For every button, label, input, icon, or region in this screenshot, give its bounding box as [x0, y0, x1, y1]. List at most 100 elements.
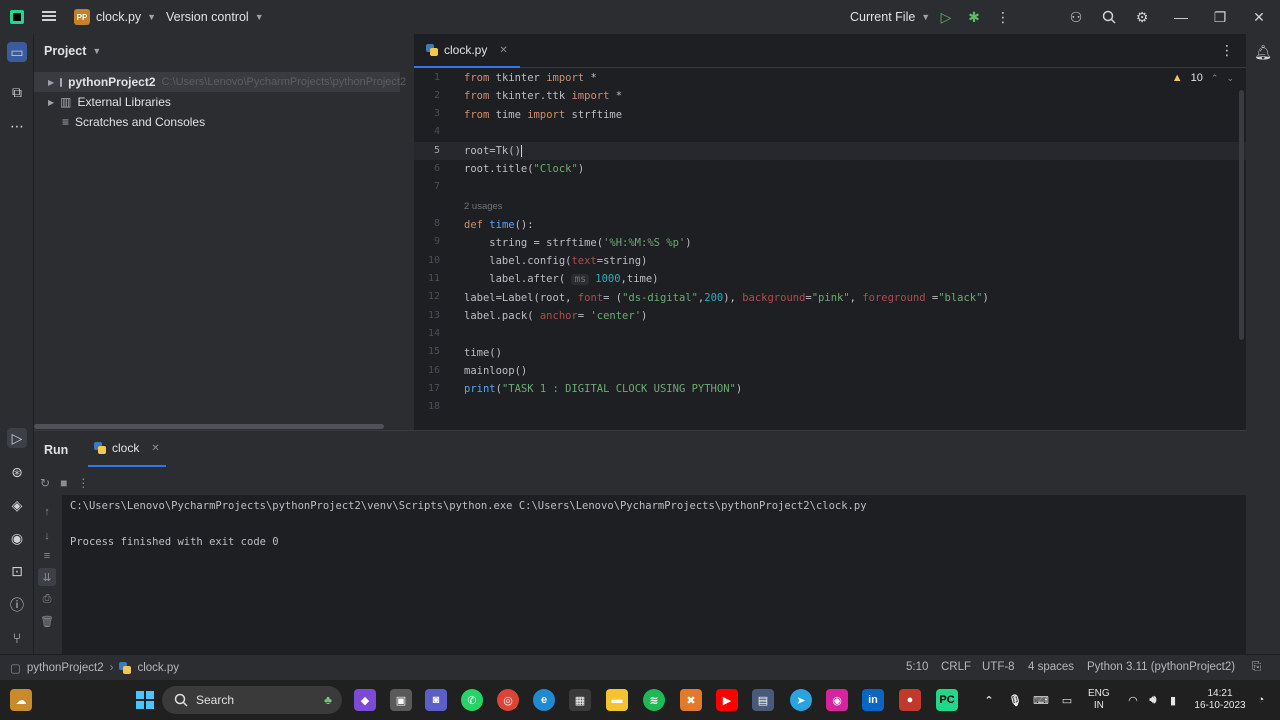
- language-indicator[interactable]: ENG IN: [1088, 688, 1110, 712]
- more-tools-button[interactable]: ⋯: [7, 116, 27, 136]
- debug-button[interactable]: ✱: [963, 6, 985, 28]
- inspection-widget[interactable]: ▲ 10 ⌃ ⌄: [1172, 72, 1234, 84]
- code-line[interactable]: label.config(text=string): [464, 255, 647, 267]
- vcs-menu[interactable]: Version control ▼: [166, 10, 264, 24]
- microphone-icon[interactable]: 🎙︎: [1004, 689, 1026, 711]
- file-encoding[interactable]: UTF-8: [982, 661, 1015, 673]
- clock[interactable]: 14:21 16-10-2023: [1192, 688, 1248, 712]
- chevron-up-icon[interactable]: ⌃: [1211, 73, 1219, 84]
- tree-item-scratches[interactable]: ≡ Scratches and Consoles: [62, 112, 205, 132]
- project-menu[interactable]: PP clock.py ▼: [74, 9, 156, 25]
- widgets-icon[interactable]: ☁: [10, 689, 32, 711]
- tree-item-external-libraries[interactable]: ▶ ▥ External Libraries: [48, 92, 171, 112]
- code-line[interactable]: print("TASK 1 : DIGITAL CLOCK USING PYTH…: [464, 383, 742, 395]
- keyboard-icon[interactable]: ⌨: [1030, 689, 1052, 711]
- code-with-me-button[interactable]: ⚇: [1065, 6, 1087, 28]
- scroll-up-icon[interactable]: ↑: [38, 503, 56, 521]
- indent-setting[interactable]: 4 spaces: [1028, 661, 1074, 673]
- telegram-icon[interactable]: ➤: [790, 689, 812, 711]
- teams-chat-icon[interactable]: ◙: [425, 689, 447, 711]
- console-output[interactable]: C:\Users\Lenovo\PycharmProjects\pythonPr…: [62, 495, 1246, 655]
- task-view-icon[interactable]: ▣: [390, 689, 412, 711]
- python-interpreter[interactable]: Python 3.11 (pythonProject2): [1087, 661, 1235, 673]
- breadcrumb-project[interactable]: pythonProject2: [27, 662, 104, 674]
- rerun-icon[interactable]: ↻: [40, 476, 50, 490]
- terminal-tool-button[interactable]: ⊡: [7, 561, 27, 581]
- screen-recorder-icon[interactable]: ●: [899, 689, 921, 711]
- close-icon[interactable]: ✕: [499, 45, 507, 56]
- stop-icon[interactable]: ■: [60, 476, 67, 490]
- print-icon[interactable]: ⎙: [38, 590, 56, 608]
- soft-wrap-icon[interactable]: ≡: [38, 547, 56, 565]
- structure-tool-button[interactable]: ⧉: [7, 82, 27, 102]
- battery-icon[interactable]: ▮: [1162, 689, 1184, 711]
- more-vertical-icon[interactable]: ⋮: [77, 476, 89, 490]
- more-actions-button[interactable]: ⋮: [992, 6, 1014, 28]
- code-line[interactable]: mainloop(): [464, 365, 527, 377]
- services-tool-button[interactable]: ◉: [7, 528, 27, 548]
- store-icon[interactable]: ▦: [569, 689, 591, 711]
- whatsapp-icon[interactable]: ✆: [461, 689, 483, 711]
- pycharm-taskbar-icon[interactable]: PC: [936, 689, 958, 711]
- code-line[interactable]: from tkinter import *: [464, 72, 597, 84]
- file-explorer-icon[interactable]: ▬: [606, 689, 628, 711]
- xampp-icon[interactable]: ✖: [680, 689, 702, 711]
- python-packages-button[interactable]: ⊛: [7, 462, 27, 482]
- code-line[interactable]: from tkinter.ttk import *: [464, 90, 622, 102]
- code-line[interactable]: string = strftime('%H:%M:%S %p'): [464, 237, 691, 249]
- code-line[interactable]: label=Label(root, font= ("ds-digital",20…: [464, 292, 989, 304]
- usages-hint[interactable]: 2 usages: [464, 201, 503, 212]
- problems-tool-button[interactable]: ⓘ: [7, 595, 27, 615]
- code-line[interactable]: time(): [464, 347, 502, 359]
- lock-icon[interactable]: ⎘: [1252, 661, 1261, 674]
- code-line[interactable]: def time():: [464, 219, 534, 231]
- code-line-current[interactable]: root=Tk(): [464, 145, 522, 157]
- git-tool-button[interactable]: ⑂: [7, 628, 27, 648]
- trash-icon[interactable]: 🗑︎: [38, 612, 56, 630]
- tree-item-project-root[interactable]: ▶ pythonProject2 C:\Users\Lenovo\Pycharm…: [34, 72, 406, 92]
- display-icon[interactable]: ▭: [1056, 689, 1078, 711]
- minimize-button[interactable]: —: [1170, 6, 1192, 28]
- wifi-icon[interactable]: ◠: [1122, 689, 1144, 711]
- pycharm-logo-icon[interactable]: [10, 10, 24, 24]
- volume-icon[interactable]: 🔊︎: [1142, 689, 1164, 711]
- run-config-selector[interactable]: Current File ▼: [850, 10, 930, 24]
- close-icon[interactable]: ✕: [151, 443, 159, 454]
- code-line[interactable]: from time import strftime: [464, 109, 622, 121]
- windows-start-icon[interactable]: [134, 689, 156, 711]
- search-everywhere-button[interactable]: [1098, 6, 1120, 28]
- project-tool-button[interactable]: ▭: [7, 42, 27, 62]
- layers-tool-button[interactable]: ◈: [7, 495, 27, 515]
- copilot-icon[interactable]: ◆: [354, 689, 376, 711]
- edge-icon[interactable]: e: [533, 689, 555, 711]
- code-line[interactable]: root.title("Clock"): [464, 163, 584, 175]
- settings-button[interactable]: ⚙: [1131, 6, 1153, 28]
- run-tool-button[interactable]: ▷: [7, 428, 27, 448]
- chevron-up-icon[interactable]: ⌃: [978, 689, 1000, 711]
- youtube-icon[interactable]: ▶: [716, 689, 738, 711]
- project-horizontal-scrollbar[interactable]: [34, 424, 384, 429]
- run-tab-clock[interactable]: clock ✕: [88, 431, 166, 467]
- taskbar-search[interactable]: Search ♣: [162, 686, 342, 714]
- run-button[interactable]: ▷: [935, 6, 957, 28]
- caret-position[interactable]: 5:10: [906, 661, 928, 673]
- notification-center-icon[interactable]: ◔: [1250, 689, 1272, 711]
- linkedin-icon[interactable]: in: [862, 689, 884, 711]
- code-line[interactable]: label.pack( anchor= 'center'): [464, 310, 647, 322]
- photos-icon[interactable]: ▤: [752, 689, 774, 711]
- spotify-icon[interactable]: ≋: [643, 689, 665, 711]
- line-separator[interactable]: CRLF: [941, 661, 971, 673]
- instagram-icon[interactable]: ◉: [826, 689, 848, 711]
- notifications-button[interactable]: 🔔︎: [1253, 42, 1273, 62]
- scroll-to-end-icon[interactable]: ⇊: [38, 568, 56, 586]
- project-panel-header[interactable]: Project ▼: [44, 44, 101, 58]
- maximize-button[interactable]: ❐: [1209, 6, 1231, 28]
- editor-options-button[interactable]: ⋮: [1220, 42, 1234, 59]
- chevron-down-icon[interactable]: ⌄: [1226, 73, 1234, 84]
- editor-tab-clock[interactable]: clock.py ✕: [414, 34, 520, 68]
- close-window-button[interactable]: ✕: [1248, 6, 1270, 28]
- main-menu-icon[interactable]: [42, 11, 56, 21]
- breadcrumb-file[interactable]: clock.py: [137, 662, 179, 674]
- code-line[interactable]: label.after( ms 1000,time): [464, 273, 658, 285]
- chrome-icon[interactable]: ◎: [497, 689, 519, 711]
